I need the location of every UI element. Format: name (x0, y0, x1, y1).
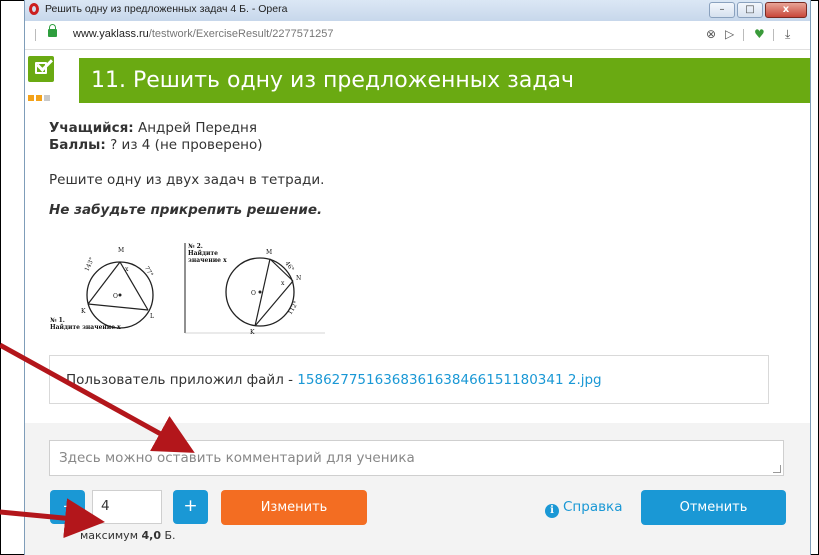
change-button[interactable]: Изменить (221, 490, 367, 525)
task-figure: M K L x O 143° 77° № 1. Найдите значение… (50, 243, 325, 336)
decrease-score-button[interactable]: – (50, 490, 85, 524)
bookmark-heart-icon[interactable]: ♥ (754, 26, 765, 42)
attachment-text: Пользователь приложил файл - 15862775163… (66, 372, 602, 388)
grading-panel: Здесь можно оставить комментарий для уче… (25, 423, 810, 555)
increase-score-button[interactable]: + (173, 490, 208, 524)
figure-label: № 1. (50, 317, 65, 324)
student-line: Учащийся: Андрей Передня (49, 120, 769, 137)
lock-icon[interactable] (48, 24, 57, 37)
window-title: Решить одну из предложенных задач 4 Б. -… (45, 3, 288, 15)
maximize-button[interactable]: □ (737, 2, 763, 18)
figure-label: 46° (283, 260, 295, 273)
info-icon: i (545, 504, 559, 518)
figure-label: L (150, 313, 154, 320)
figure-label: Найдите значение x (50, 324, 121, 331)
url-domain: www.yaklass.ru (73, 28, 149, 40)
max-suffix: Б. (164, 529, 176, 542)
figure-label: x (281, 280, 285, 287)
figure-label: M (266, 249, 272, 256)
student-name: Андрей Передня (138, 120, 257, 136)
help-link[interactable]: i Справка (545, 499, 622, 518)
address-bar: www.yaklass.ru/testwork/ExerciseResult/2… (25, 21, 810, 50)
page-title: 11. Решить одну из предложенных задач (91, 68, 575, 93)
figure-label: K (250, 329, 255, 336)
attachment-box: Пользователь приложил файл - 15862775163… (49, 355, 769, 404)
figure-label: значение x (188, 257, 227, 264)
page-header: 11. Решить одну из предложенных задач (25, 52, 810, 110)
divider (35, 29, 36, 41)
figure-label: 112° (287, 300, 300, 316)
task-note: Не забудьте прикрепить решение. (49, 202, 323, 218)
score-line: Баллы: ? из 4 (не проверено) (49, 137, 769, 154)
figure-label: Найдите (188, 250, 218, 257)
download-icon[interactable]: ⤓ (785, 26, 790, 42)
url-field[interactable]: www.yaklass.ru/testwork/ExerciseResult/2… (73, 28, 333, 40)
student-info: Учащийся: Андрей Передня Баллы: ? из 4 (… (49, 120, 769, 154)
cancel-button[interactable]: Отменить (641, 490, 786, 525)
task-text: Решите одну из двух задач в тетради. (49, 172, 325, 188)
divider (743, 29, 744, 41)
figure-label: 143° (83, 256, 95, 272)
student-label: Учащийся: (49, 120, 134, 136)
close-button[interactable]: x (765, 2, 807, 18)
score-label: Баллы: (49, 137, 106, 153)
send-icon[interactable]: ▷ (725, 26, 734, 42)
resize-grip-icon[interactable] (773, 465, 781, 473)
title-bar: Решить одну из предложенных задач 4 Б. -… (25, 0, 810, 22)
score-value: ? из 4 (не проверено) (110, 137, 263, 153)
figure-label: 77° (143, 265, 154, 278)
attachment-prefix: Пользователь приложил файл - (66, 372, 298, 388)
minimize-button[interactable]: – (709, 2, 735, 18)
comment-textarea[interactable]: Здесь можно оставить комментарий для уче… (49, 440, 784, 476)
divider (773, 29, 774, 41)
max-score-label: максимум 4,0 Б. (80, 529, 176, 542)
opera-logo-icon (29, 3, 39, 15)
stop-icon[interactable]: ⊗ (706, 26, 716, 42)
max-value: 4,0 (141, 529, 162, 542)
figure-label: № 2. (188, 243, 203, 250)
max-prefix: максимум (80, 529, 138, 542)
figure-label: M (118, 247, 124, 254)
figure-label: O (251, 290, 256, 297)
figure-label: K (81, 308, 86, 315)
browser-window: Решить одну из предложенных задач 4 Б. -… (24, 0, 811, 555)
score-input[interactable]: 4 (92, 490, 162, 524)
help-label: Справка (563, 499, 623, 515)
logo-squares (28, 86, 52, 105)
url-path: /testwork/ExerciseResult/2277571257 (148, 28, 334, 40)
figure-label: x (125, 266, 129, 273)
attachment-file-link[interactable]: 1586277516368361638466151180341 2.jpg (297, 372, 601, 388)
figure-label: O (113, 293, 118, 300)
figure-label: N (296, 275, 301, 282)
